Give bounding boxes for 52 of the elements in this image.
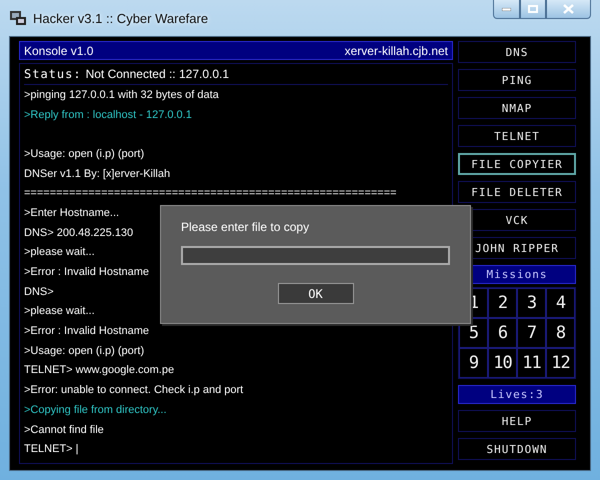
console-line: >Error : Invalid Hostname	[24, 325, 150, 338]
console-line: DNSer v1.1 By: [x]erver-Killah	[24, 168, 170, 180]
file-input-field[interactable]	[181, 246, 450, 265]
console-line: >Cannot find file	[24, 424, 104, 436]
site-address: xerver-killah.cjb.net	[344, 44, 448, 58]
computer-icon	[9, 10, 27, 26]
console-title: Konsole v1.0	[24, 44, 94, 58]
tool-button[interactable]: NMAP	[458, 97, 576, 119]
tool-button[interactable]: FILE COPYIER	[458, 153, 576, 175]
console-line: DNS>	[24, 286, 54, 298]
tool-button[interactable]: TELNET	[458, 125, 576, 147]
mission-button[interactable]: 4	[546, 288, 575, 318]
ok-button[interactable]: OK	[278, 283, 354, 304]
console-line: >Error : Invalid Hostname	[24, 266, 150, 278]
console-line: TELNET> www.google.com.pe	[24, 364, 174, 376]
minimize-icon	[502, 8, 511, 10]
tool-button[interactable]: PING	[458, 69, 576, 91]
console-line: DNS> 200.48.225.130	[24, 226, 134, 239]
mission-button[interactable]: 8	[546, 318, 575, 348]
status-value: Not Connected :: 127.0.0.1	[86, 67, 230, 81]
maximize-button[interactable]	[520, 0, 546, 19]
tool-button[interactable]: DNS	[458, 41, 576, 63]
console-line: >please wait...	[24, 305, 95, 318]
console-line: ==========================================================	[24, 187, 397, 200]
mission-button[interactable]: 9	[459, 348, 488, 378]
maximize-icon	[528, 5, 538, 13]
mission-button[interactable]: 10	[488, 348, 517, 378]
action-button[interactable]: HELP	[458, 410, 576, 432]
mission-button[interactable]: 7	[517, 318, 546, 348]
minimize-button[interactable]	[493, 0, 520, 19]
console-line: >Usage: open (i.p) (port)	[24, 148, 144, 160]
mission-button[interactable]: 2	[488, 288, 517, 318]
mission-button[interactable]: 3	[517, 288, 546, 318]
dialog-message: Please enter file to copy	[181, 220, 310, 234]
close-button[interactable]	[546, 0, 591, 19]
mission-button[interactable]: 6	[488, 318, 517, 348]
action-button[interactable]: SHUTDOWN	[458, 438, 576, 460]
tool-button[interactable]: FILE DELETER	[458, 181, 576, 203]
status-label: Status:	[24, 67, 82, 81]
console-line: >Enter Hostname...	[24, 206, 120, 219]
console-line: >Usage: open (i.p) (port)	[24, 344, 144, 357]
console-line: >Copying file from directory...	[24, 404, 167, 416]
console-line: >Error: unable to connect. Check i.p and port	[24, 384, 244, 396]
lives-counter: Lives:3	[458, 385, 576, 404]
close-icon	[563, 4, 574, 14]
console-line: >please wait...	[24, 246, 95, 258]
console-line: >Reply from : localhost - 127.0.0.1	[24, 108, 192, 121]
mission-button[interactable]: 11	[517, 348, 546, 378]
window-title: Hacker v3.1 :: Cyber Warefare	[33, 10, 208, 26]
console-line: >pinging 127.0.0.1 with 32 bytes of data	[24, 88, 219, 101]
mission-button[interactable]: 12	[546, 348, 575, 378]
console-line: TELNET> |	[24, 443, 79, 456]
